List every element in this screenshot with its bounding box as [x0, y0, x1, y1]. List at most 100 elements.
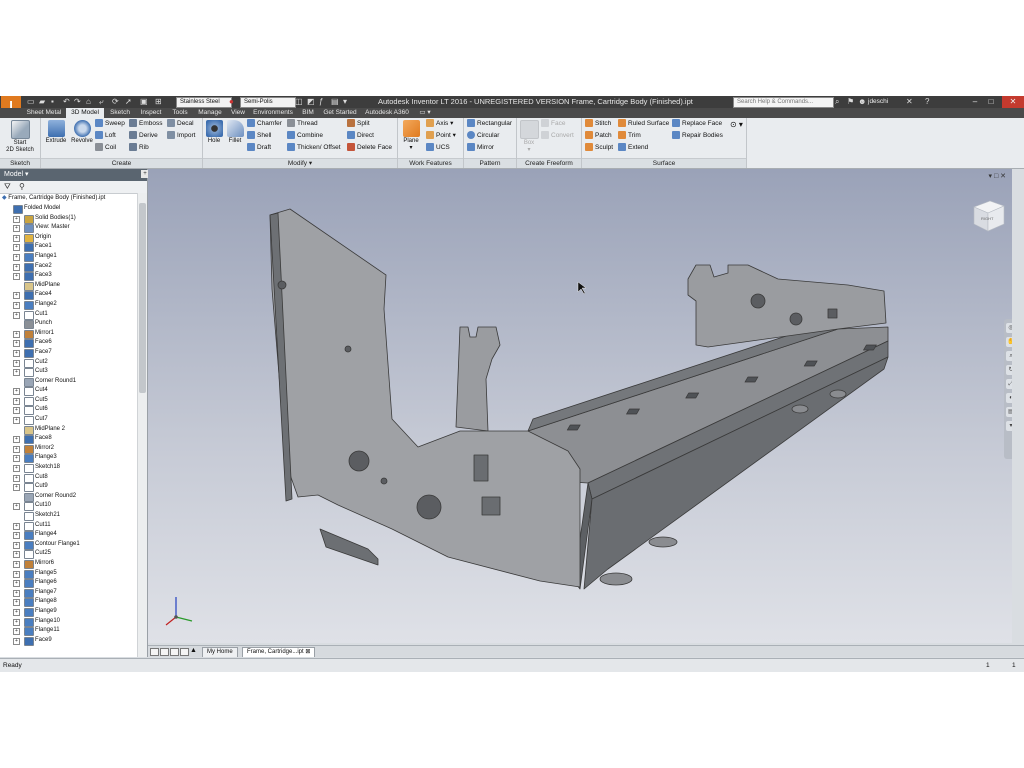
derive-button[interactable]: Derive: [129, 130, 158, 141]
expand-icon[interactable]: +: [13, 263, 20, 271]
update-icon[interactable]: ⟳: [112, 97, 119, 107]
expand-icon[interactable]: +: [13, 388, 20, 396]
browser-item[interactable]: + Flange4: [0, 530, 137, 541]
browser-item[interactable]: + Flange3: [0, 453, 137, 464]
rectangular-pattern-button[interactable]: Rectangular: [467, 118, 512, 129]
browser-item[interactable]: + Cut4: [0, 386, 137, 397]
expand-icon[interactable]: +: [13, 330, 20, 338]
browser-item[interactable]: + Face1: [0, 242, 137, 253]
tab-3d-model[interactable]: 3D Model: [66, 108, 104, 118]
browser-item[interactable]: + Face3: [0, 271, 137, 282]
stitch-button[interactable]: Stitch: [585, 118, 611, 129]
browser-header[interactable]: Model ▾ +: [0, 169, 149, 181]
expand-icon[interactable]: +: [13, 580, 20, 588]
shell-button[interactable]: Shell: [247, 130, 271, 141]
trim-button[interactable]: Trim: [618, 130, 641, 141]
expand-icon[interactable]: +: [13, 589, 20, 597]
browser-item[interactable]: + Face6: [0, 338, 137, 349]
modify-panel-title[interactable]: Modify ▾: [203, 158, 397, 168]
browser-item[interactable]: Corner Round2: [0, 492, 137, 502]
ucs-button[interactable]: UCS: [426, 142, 450, 153]
browser-item[interactable]: + Face7: [0, 348, 137, 358]
browser-item[interactable]: + Flange7: [0, 588, 137, 598]
tab-manage[interactable]: Manage: [194, 108, 226, 118]
convert-button[interactable]: Convert: [541, 130, 574, 141]
expand-icon[interactable]: +: [13, 225, 20, 233]
expand-icon[interactable]: +: [13, 637, 20, 645]
expand-icon[interactable]: +: [13, 522, 20, 530]
coil-button[interactable]: Coil: [95, 142, 116, 153]
expand-icon[interactable]: +: [13, 628, 20, 636]
sheet-metal-frame-model[interactable]: [148, 169, 1012, 643]
tab-environments[interactable]: Environments: [250, 108, 296, 118]
browser-item[interactable]: + Flange9: [0, 607, 137, 617]
fillet-button[interactable]: Fillet: [224, 120, 246, 145]
expand-icon[interactable]: +: [13, 369, 20, 377]
find-icon[interactable]: ⚲: [19, 182, 25, 191]
browser-item[interactable]: + Face8: [0, 434, 137, 445]
browser-item[interactable]: + Face9: [0, 636, 137, 646]
delete-face-button[interactable]: Delete Face: [347, 142, 392, 153]
chamfer-button[interactable]: Chamfer: [247, 118, 282, 129]
expand-icon[interactable]: +: [13, 417, 20, 425]
sweep-button[interactable]: Sweep: [95, 118, 125, 129]
browser-item[interactable]: + View: Master: [0, 223, 137, 234]
cascade-icon[interactable]: [170, 648, 179, 656]
browser-root-item[interactable]: ◆ Frame, Cartridge Body (Finished).ipt: [2, 194, 105, 203]
close-button[interactable]: ✕: [1002, 96, 1024, 108]
redo-icon[interactable]: ↷: [74, 97, 81, 107]
appearance-dropdown[interactable]: Semi-Polis: [240, 97, 296, 108]
expand-icon[interactable]: +: [13, 503, 20, 511]
direct-button[interactable]: Direct: [347, 130, 374, 141]
browser-item[interactable]: + Mirror2: [0, 444, 137, 454]
tab-autodesk-a360[interactable]: Autodesk A360: [362, 108, 412, 118]
expand-icon[interactable]: +: [13, 407, 20, 415]
browser-item[interactable]: + Flange2: [0, 300, 137, 310]
user-name[interactable]: jdeschi: [868, 97, 888, 107]
maximize-button[interactable]: □: [984, 96, 998, 108]
ribbon-toggle-icon[interactable]: ▭ ▾: [414, 108, 436, 118]
browser-item[interactable]: + Cut3: [0, 367, 137, 378]
ilogic-icon[interactable]: ▤: [331, 97, 339, 107]
extrude-button[interactable]: Extrude: [43, 120, 69, 145]
rib-button[interactable]: Rib: [129, 142, 149, 153]
browser-item[interactable]: + Flange11: [0, 626, 137, 637]
expand-icon[interactable]: +: [13, 618, 20, 626]
tab-my-home[interactable]: My Home: [202, 647, 238, 657]
help-icon[interactable]: ?: [925, 97, 929, 107]
plane-button[interactable]: Plane ▾: [399, 120, 423, 152]
split-button[interactable]: Split: [347, 118, 370, 129]
decal-button[interactable]: Decal: [167, 118, 194, 129]
document-list-icon[interactable]: ▲: [190, 647, 197, 654]
browser-item[interactable]: + Face2: [0, 262, 137, 272]
point-button[interactable]: Point ▾: [426, 130, 456, 141]
revolve-button[interactable]: Revolve: [69, 120, 95, 145]
expand-icon[interactable]: +: [13, 292, 20, 300]
home-icon[interactable]: ⌂: [86, 97, 91, 107]
browser-item[interactable]: + Cut2: [0, 358, 137, 368]
circular-pattern-button[interactable]: Circular: [467, 130, 499, 141]
expand-icon[interactable]: +: [13, 340, 20, 348]
expand-icon[interactable]: +: [13, 532, 20, 540]
browser-scroll-thumb[interactable]: [139, 203, 146, 393]
expand-icon[interactable]: +: [13, 273, 20, 281]
expand-icon[interactable]: +: [13, 244, 20, 252]
graphics-viewport[interactable]: ▾ □ ✕ RIGHT ◎ ✋ ⌕ ↻ ⤢ ◐ ▤ ▾: [148, 169, 1012, 643]
browser-item[interactable]: MidPlane: [0, 281, 137, 291]
browser-item[interactable]: Folded Model: [0, 204, 137, 214]
arrange-icon[interactable]: [180, 648, 189, 656]
expand-icon[interactable]: +: [13, 311, 20, 319]
parameters-icon[interactable]: ƒ: [319, 97, 323, 107]
browser-item[interactable]: + Flange6: [0, 578, 137, 589]
clear-appearance-icon[interactable]: ◫: [295, 97, 303, 107]
tab-bim[interactable]: BIM: [298, 108, 318, 118]
new-icon[interactable]: ▭: [27, 97, 35, 107]
expand-icon[interactable]: +: [13, 484, 20, 492]
browser-item[interactable]: + Origin: [0, 233, 137, 243]
repair-bodies-button[interactable]: Repair Bodies: [672, 130, 723, 141]
browser-item[interactable]: + Cut1: [0, 310, 137, 320]
box-button[interactable]: Box ▾: [518, 120, 540, 154]
patch-button[interactable]: Patch: [585, 130, 612, 141]
browser-item[interactable]: + Cut6: [0, 405, 137, 416]
browser-item[interactable]: + Cut9: [0, 482, 137, 493]
